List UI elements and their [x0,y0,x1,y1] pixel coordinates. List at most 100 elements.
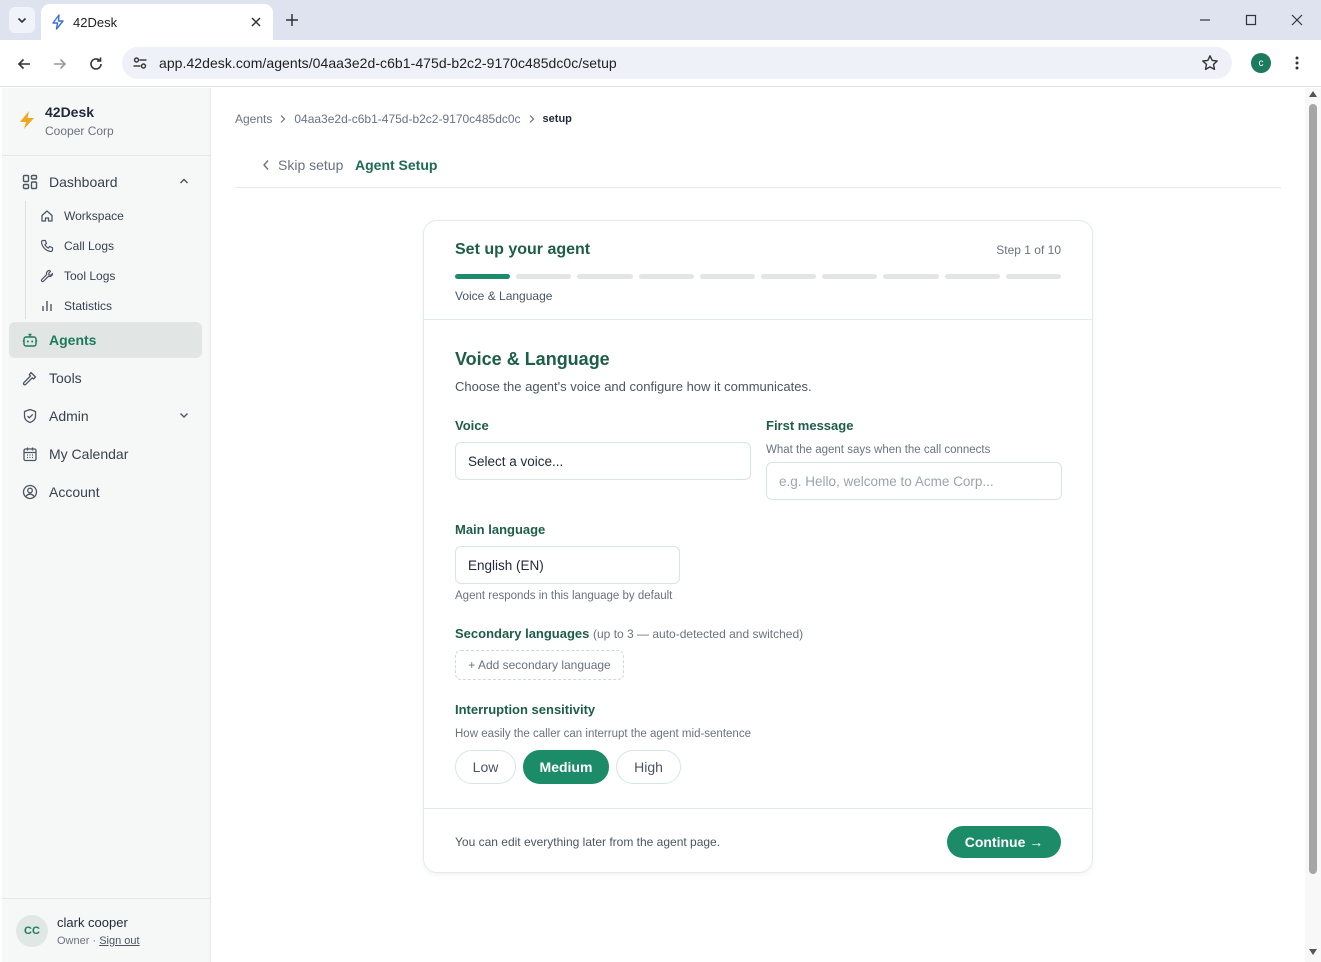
section-description: Choose the agent's voice and configure h… [455,379,812,394]
sidebar-subitem-workspace[interactable]: Workspace [40,204,124,228]
close-icon[interactable] [248,14,264,30]
setup-card: Set up your agent Step 1 of 10 Voice & L… [423,220,1093,873]
browser-tab[interactable]: 42Desk [41,4,273,40]
sidebar-item-dashboard[interactable]: Dashboard [9,164,202,200]
sidebar-item-label: Account [49,484,100,500]
minimize-button[interactable] [1196,11,1214,29]
maximize-icon [1245,14,1257,26]
sidebar-subitem-label: Tool Logs [64,269,116,283]
voice-select[interactable]: Select a voice... [455,442,751,480]
bolt-logo-icon [20,111,34,129]
reload-button[interactable] [86,54,106,74]
step-progress [455,274,1061,279]
bolt-icon [52,14,64,30]
profile-avatar[interactable]: c [1251,53,1271,73]
interruption-hint: How easily the caller can interrupt the … [455,728,751,740]
main-language-select[interactable]: English (EN) [455,546,680,584]
role-separator: · [89,935,100,947]
brand: 42Desk Cooper Corp [2,88,210,156]
back-button[interactable] [14,54,34,74]
progress-segment [761,274,817,279]
sidebar-item-admin[interactable]: Admin [9,398,202,434]
progress-segment [516,274,572,279]
secondary-languages-label: Secondary languages (up to 3 — auto-dete… [455,626,803,641]
site-settings-icon[interactable] [132,55,148,71]
main-language-label: Main language [455,522,546,537]
tab-title: 42Desk [73,14,118,30]
skip-setup-label: Skip setup [278,157,344,173]
sidebar-subitem-statistics[interactable]: Statistics [40,294,112,318]
card-header: Set up your agent Step 1 of 10 Voice & L… [424,221,1092,320]
arrow-left-icon [17,58,30,70]
sensitivity-high-button[interactable]: High [616,750,681,784]
hammer-icon [21,369,39,387]
progress-segment [577,274,633,279]
user-role: Owner [57,935,90,947]
sidebar-subitem-label: Call Logs [64,239,115,253]
sidebar-item-calendar[interactable]: My Calendar [9,436,202,472]
continue-button[interactable]: Continue → [947,826,1061,858]
sidebar-item-account[interactable]: Account [9,474,202,510]
submenu-guide [25,201,26,319]
close-window-button[interactable] [1288,11,1306,29]
tab-search-button[interactable] [9,7,35,33]
minimize-icon [1200,19,1210,21]
sidebar-subitem-label: Workspace [64,209,124,223]
sidebar-item-label: Dashboard [49,174,118,190]
arrow-right-icon [54,58,67,70]
first-message-label: First message [766,418,854,433]
scroll-up-icon[interactable] [1309,91,1317,97]
card-footer: You can edit everything later from the a… [424,808,1092,872]
sidebar-item-agents[interactable]: Agents [9,322,202,358]
sidebar-item-tools[interactable]: Tools [9,360,202,396]
sidebar-subitem-call-logs[interactable]: Call Logs [40,234,114,258]
sidebar-item-label: Admin [49,408,89,424]
section-title: Voice & Language [455,349,610,369]
sidebar-subitem-tool-logs[interactable]: Tool Logs [40,264,115,288]
skip-setup-link[interactable]: Skip setup [262,157,343,173]
forward-button[interactable] [50,54,70,74]
first-message-input[interactable] [766,462,1062,500]
page-header: Skip setup Agent Setup [235,146,1281,188]
sidebar-item-label: My Calendar [49,446,129,462]
progress-segment [638,274,694,279]
scroll-down-icon[interactable] [1309,949,1317,955]
browser-tab-bar: 42Desk [0,0,1321,40]
main-language-value: English (EN) [468,557,544,573]
progress-segment [455,274,511,279]
home-icon [40,209,54,223]
new-tab-button[interactable] [283,11,301,29]
chevron-up-icon [180,178,188,184]
breadcrumb-agent-id[interactable]: 04aa3e2d-c6b1-475d-b2c2-9170c485dc0c [294,112,520,126]
step-name: Voice & Language [455,289,553,303]
address-bar[interactable]: app.42desk.com/agents/04aa3e2d-c6b1-475d… [122,47,1232,79]
page-title: Agent Setup [355,157,438,173]
breadcrumb-agents[interactable]: Agents [235,112,272,126]
user-circle-icon [21,483,39,501]
sensitivity-medium-button[interactable]: Medium [523,750,609,784]
sign-out-link[interactable]: Sign out [99,935,139,947]
chevron-right-icon [280,115,286,123]
step-counter: Step 1 of 10 [996,243,1061,257]
voice-label: Voice [455,418,489,433]
progress-segment [822,274,878,279]
maximize-button[interactable] [1242,11,1260,29]
more-menu-icon[interactable] [1287,53,1307,73]
chevron-left-icon [263,160,269,170]
close-icon [1291,14,1303,26]
progress-segment [699,274,755,279]
sensitivity-low-button[interactable]: Low [455,750,516,784]
scrollbar-thumb[interactable] [1309,104,1317,874]
star-icon[interactable] [1201,54,1219,72]
brand-name: 42Desk [45,104,95,120]
page-scrollbar[interactable] [1305,88,1321,962]
add-secondary-language-button[interactable]: + Add secondary language [455,650,624,680]
secondary-languages-title: Secondary languages [455,626,590,641]
breadcrumb: Agents 04aa3e2d-c6b1-475d-b2c2-9170c485d… [235,112,572,126]
avatar: CC [16,915,48,947]
chevron-right-icon [529,115,534,123]
progress-segment [1005,274,1061,279]
phone-icon [40,239,54,253]
browser-toolbar: app.42desk.com/agents/04aa3e2d-c6b1-475d… [0,40,1321,87]
url-text: app.42desk.com/agents/04aa3e2d-c6b1-475d… [159,55,617,71]
